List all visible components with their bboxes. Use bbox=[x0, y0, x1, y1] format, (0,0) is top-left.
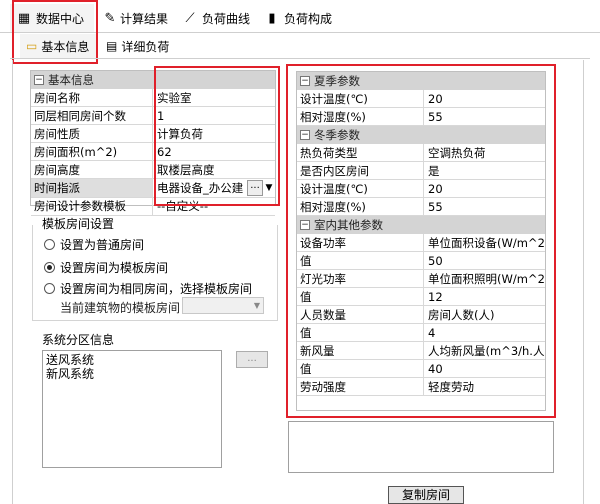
highlight-frame-basic bbox=[154, 66, 280, 206]
subtab-detailed-load[interactable]: ▤ 详细负荷 bbox=[100, 34, 180, 58]
radio-same-room[interactable]: 设置房间为相同房间，选择模板房间 bbox=[44, 280, 252, 297]
property-name: 房间设计参数模板 bbox=[31, 197, 153, 215]
current-template-label: 当前建筑物的模板房间 bbox=[60, 301, 181, 315]
radio-label: 设置为普通房间 bbox=[60, 238, 145, 252]
collapse-icon[interactable]: − bbox=[34, 75, 44, 85]
content-left-border bbox=[12, 60, 13, 504]
property-name: 房间名称 bbox=[31, 89, 153, 107]
zone-browse-button[interactable]: ... bbox=[236, 351, 268, 368]
tab-label: 计算结果 bbox=[119, 11, 168, 26]
tab-calc-results[interactable]: ✎ 计算结果 bbox=[98, 4, 174, 32]
radio-label: 设置房间为模板房间 bbox=[60, 261, 169, 275]
property-name: 房间高度 bbox=[31, 161, 153, 179]
line-chart-icon: ⟋ bbox=[185, 10, 195, 26]
radio-label: 设置房间为相同房间，选择模板房间 bbox=[60, 282, 253, 296]
copy-room-button[interactable]: 复制房间 bbox=[388, 486, 464, 504]
group-title: 基本信息 bbox=[48, 73, 94, 87]
description-box bbox=[288, 421, 554, 473]
chevron-down-icon[interactable]: ▼ bbox=[254, 301, 260, 310]
subtab-divider bbox=[10, 58, 590, 59]
highlight-frame-tabs bbox=[12, 0, 98, 64]
property-name: 同层相同房间个数 bbox=[31, 107, 153, 125]
property-name: 房间性质 bbox=[31, 125, 153, 143]
list-item[interactable]: 新风系统 bbox=[46, 367, 218, 381]
property-name: 时间指派 bbox=[31, 179, 153, 197]
radio-circle[interactable] bbox=[44, 283, 55, 294]
tab-label: 负荷构成 bbox=[283, 11, 332, 26]
list-item[interactable]: 送风系统 bbox=[46, 353, 218, 367]
radio-normal-room[interactable]: 设置为普通房间 bbox=[44, 236, 144, 253]
radio-template-room[interactable]: 设置房间为模板房间 bbox=[44, 259, 168, 276]
template-room-select[interactable]: ▼ bbox=[182, 297, 264, 314]
zone-list[interactable]: 送风系统 新风系统 bbox=[42, 350, 222, 468]
tab-load-curve[interactable]: ⟋ 负荷曲线 bbox=[176, 4, 256, 32]
subtab-label: 详细负荷 bbox=[121, 39, 170, 54]
bar-chart-icon: ▮ bbox=[268, 10, 276, 26]
tab-label: 负荷曲线 bbox=[201, 11, 250, 26]
tab-load-composition[interactable]: ▮ 负荷构成 bbox=[258, 4, 338, 32]
document-icon: ▤ bbox=[106, 39, 118, 53]
zone-title: 系统分区信息 bbox=[42, 333, 115, 347]
property-name: 房间面积(m^2) bbox=[31, 143, 153, 161]
content-right-border bbox=[583, 60, 584, 504]
highlight-frame-params bbox=[286, 64, 556, 418]
report-icon: ✎ bbox=[104, 10, 116, 26]
radio-circle-checked[interactable] bbox=[44, 262, 55, 273]
radio-circle[interactable] bbox=[44, 239, 55, 250]
